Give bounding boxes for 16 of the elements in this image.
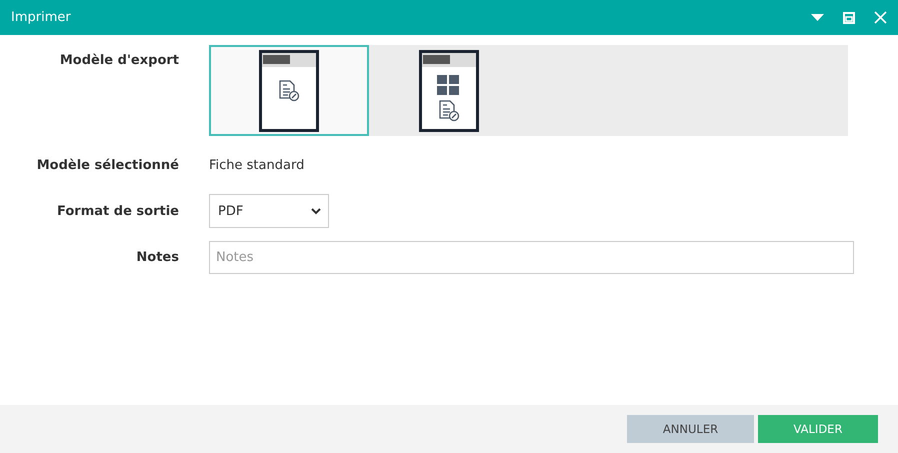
notes-field[interactable]: Notes xyxy=(209,240,854,274)
field-label: Format de sortie xyxy=(56,204,180,218)
cancel-button[interactable]: ANNULER xyxy=(627,415,754,443)
template-tile[interactable] xyxy=(209,45,369,136)
chevron-icon xyxy=(311,208,321,214)
template-thumbnail-icon xyxy=(259,50,319,132)
dropdown-icon[interactable] xyxy=(811,14,824,22)
field-label: Modèle sélectionné xyxy=(36,158,180,172)
format-select[interactable]: PDF xyxy=(209,194,329,228)
close-icon[interactable] xyxy=(874,11,887,24)
template-thumbnail-icon xyxy=(419,50,479,132)
field-label: Modèle d'export xyxy=(58,52,180,68)
field-label: Notes xyxy=(135,250,180,264)
selected-model-value: Fiche standard xyxy=(209,158,304,172)
maximize-icon[interactable] xyxy=(843,12,855,24)
window-title: Imprimer xyxy=(11,10,72,25)
